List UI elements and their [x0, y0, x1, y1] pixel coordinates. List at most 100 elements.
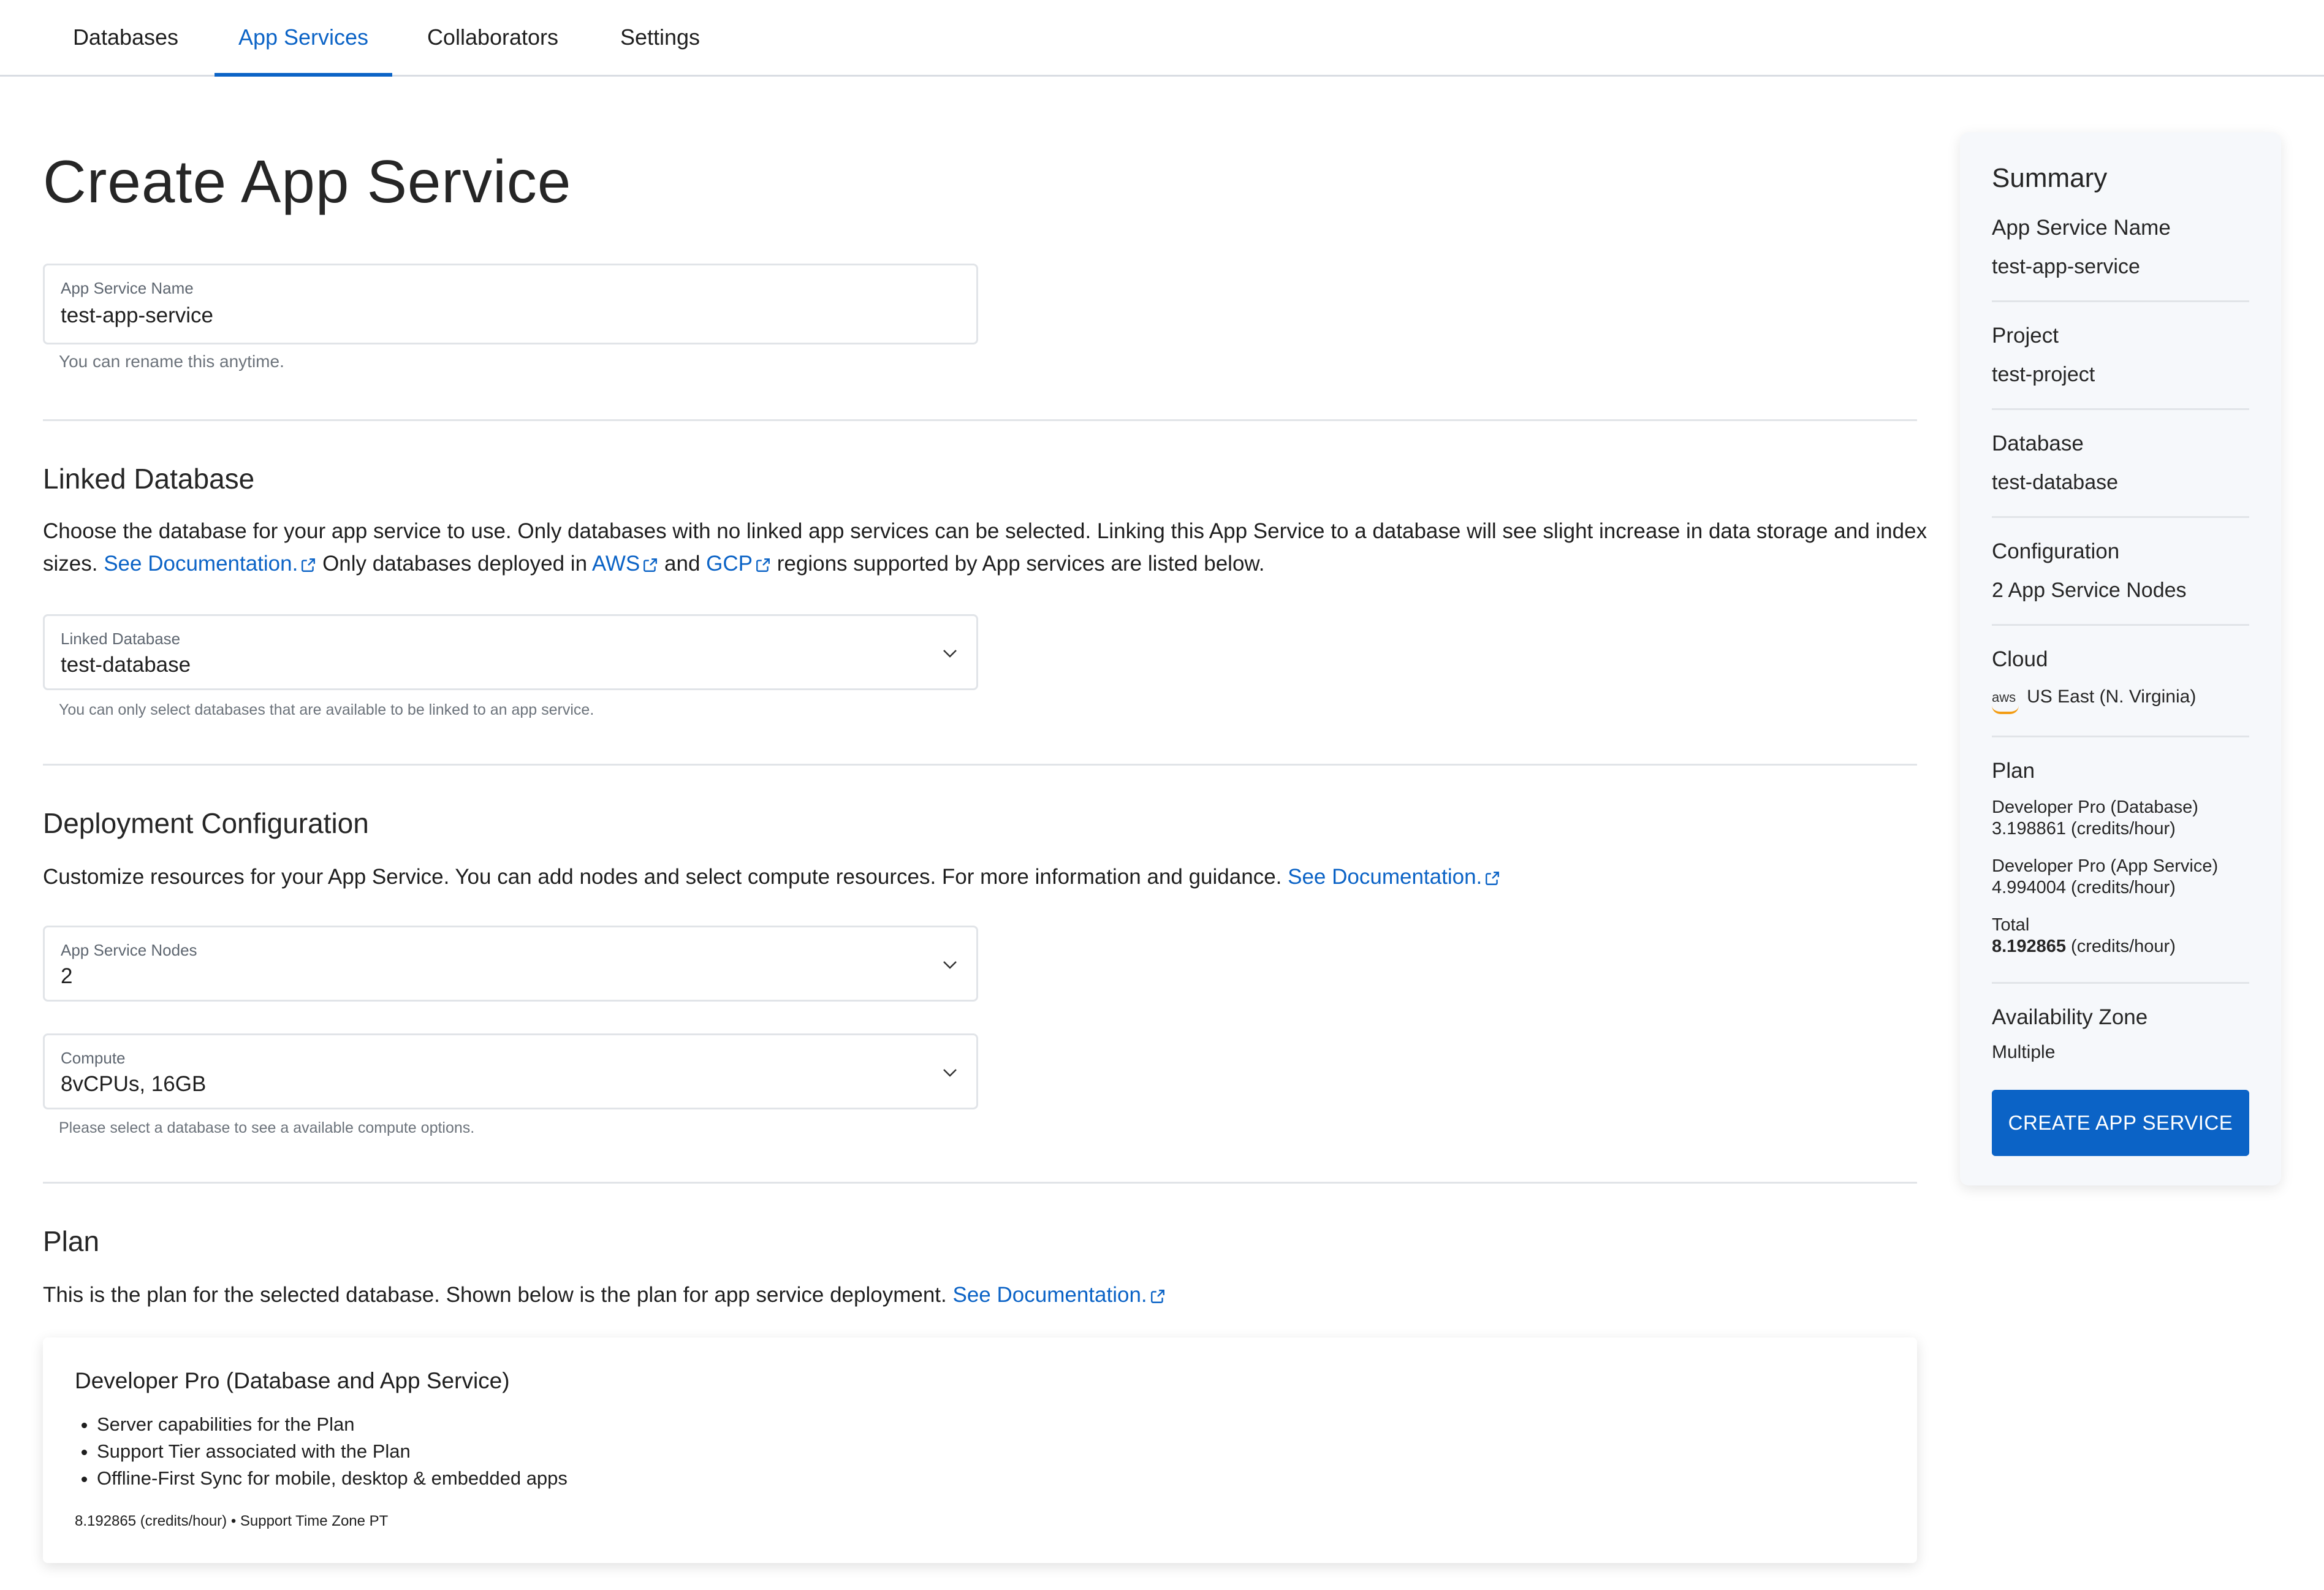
plan-heading: Plan — [43, 1225, 100, 1257]
plan-total-label: Total — [1992, 915, 2030, 935]
divider — [43, 419, 1917, 421]
aws-logo-icon: aws — [1992, 690, 2019, 715]
linked-db-desc-text-2: Only databases deployed in — [322, 552, 588, 576]
plan-card[interactable]: Developer Pro (Database and App Service)… — [43, 1337, 1917, 1563]
page-title: Create App Service — [43, 148, 572, 215]
summary-plan: Plan Developer Pro (Database) 3.198861 (… — [1992, 759, 2249, 957]
plan-doc-link[interactable]: See Documentation. — [953, 1283, 1166, 1307]
divider — [43, 764, 1917, 766]
plan-db-rate: 3.198861 (credits/hour) — [1992, 819, 2176, 839]
linked-db-desc-text-3: regions supported by App services are li… — [777, 552, 1265, 576]
plan-desc-text: This is the plan for the selected databa… — [43, 1283, 947, 1307]
plan-total-unit: (credits/hour) — [2071, 937, 2176, 956]
app-service-name-field[interactable]: App Service Name test-app-service — [43, 264, 978, 344]
divider — [1992, 736, 2249, 737]
summary-value: test-database — [1992, 471, 2119, 494]
divider — [1992, 516, 2249, 518]
external-link-icon — [1486, 871, 1500, 885]
top-nav: Databases App Services Collaborators Set… — [0, 0, 2324, 77]
external-link-icon — [756, 558, 770, 572]
divider — [1992, 982, 2249, 984]
list-item: Offline-First Sync for mobile, desktop &… — [97, 1465, 568, 1492]
aws-logo-text: aws — [1992, 690, 2016, 706]
divider — [1992, 624, 2249, 626]
app-frame: Databases App Services Collaborators Set… — [0, 0, 2324, 1590]
summary-availability-zone: Availability Zone Multiple — [1992, 1005, 2249, 1063]
summary-cloud: Cloud aws US East (N. Virginia) — [1992, 647, 2249, 715]
summary-label: Configuration — [1992, 539, 2120, 563]
summary-label: Cloud — [1992, 647, 2048, 671]
app-service-name-label: App Service Name — [61, 279, 194, 297]
gcp-link-text: GCP — [706, 552, 753, 576]
plan-description: This is the plan for the selected databa… — [43, 1279, 1955, 1311]
divider — [1992, 408, 2249, 410]
summary-value: 2 App Service Nodes — [1992, 579, 2187, 602]
plan-total: 8.192865 (credits/hour) — [1992, 936, 2249, 957]
tab-collaborators[interactable]: Collaborators — [417, 0, 569, 75]
tab-settings[interactable]: Settings — [608, 0, 712, 75]
summary-value: Multiple — [1992, 1042, 2056, 1062]
aws-smile — [1992, 706, 2019, 715]
summary-label: Availability Zone — [1992, 1005, 2148, 1029]
chevron-down-icon[interactable] — [941, 644, 959, 663]
deployment-doc-link[interactable]: See Documentation. — [1288, 865, 1500, 889]
linked-database-value: test-database — [61, 653, 191, 677]
summary-app-service-name: App Service Name test-app-service — [1992, 216, 2249, 279]
summary-database: Database test-database — [1992, 432, 2249, 495]
create-app-service-button[interactable]: CREATE APP SERVICE — [1992, 1090, 2249, 1156]
summary-panel: Summary App Service Name test-app-servic… — [1960, 132, 2281, 1185]
aws-link-text: AWS — [591, 552, 640, 576]
tab-databases[interactable]: Databases — [60, 0, 191, 75]
app-service-nodes-value: 2 — [61, 964, 73, 988]
doc-link-text: See Documentation. — [104, 552, 298, 576]
plan-features-list: Server capabilities for the Plan Support… — [75, 1411, 568, 1492]
list-item: Server capabilities for the Plan — [97, 1411, 568, 1438]
external-link-icon — [644, 558, 658, 572]
plan-card-title: Developer Pro (Database and App Service) — [75, 1368, 510, 1393]
linked-database-heading: Linked Database — [43, 463, 255, 495]
list-item: Support Tier associated with the Plan — [97, 1438, 568, 1465]
plan-app-rate: 4.994004 (credits/hour) — [1992, 878, 2176, 897]
tab-app-services[interactable]: App Services — [215, 0, 392, 77]
compute-value: 8vCPUs, 16GB — [61, 1072, 207, 1096]
compute-help: Please select a database to see a availa… — [59, 1119, 475, 1136]
divider — [43, 1182, 1917, 1184]
chevron-down-icon[interactable] — [941, 956, 959, 974]
summary-label: Plan — [1992, 759, 2035, 783]
linked-database-help: You can only select databases that are a… — [59, 701, 594, 718]
chevron-down-icon[interactable] — [941, 1063, 959, 1082]
summary-configuration: Configuration 2 App Service Nodes — [1992, 539, 2249, 603]
doc-link-text: See Documentation. — [952, 1283, 1147, 1307]
deployment-configuration-heading: Deployment Configuration — [43, 807, 369, 839]
summary-label: Project — [1992, 324, 2059, 348]
doc-link-text: See Documentation. — [1288, 865, 1483, 889]
linked-database-select[interactable]: Linked Database test-database — [43, 614, 978, 690]
app-service-nodes-label: App Service Nodes — [61, 941, 197, 959]
summary-value: aws US East (N. Virginia) — [1992, 687, 2249, 715]
and-text: and — [664, 552, 701, 576]
deployment-desc-text: Customize resources for your App Service… — [43, 865, 1282, 889]
plan-card-footer: 8.192865 (credits/hour) • Support Time Z… — [75, 1513, 389, 1529]
plan-db-name: Developer Pro (Database) — [1992, 797, 2198, 817]
divider — [1992, 300, 2249, 302]
summary-project: Project test-project — [1992, 324, 2249, 387]
plan-total-value: 8.192865 — [1992, 937, 2066, 956]
linked-db-doc-link[interactable]: See Documentation. — [104, 552, 316, 576]
summary-title: Summary — [1992, 163, 2108, 193]
app-service-name-value: test-app-service — [61, 303, 213, 327]
cloud-region: US East (N. Virginia) — [2027, 687, 2197, 707]
linked-database-label: Linked Database — [61, 630, 181, 648]
summary-value: test-project — [1992, 363, 2095, 386]
external-link-icon — [302, 558, 316, 572]
deployment-description: Customize resources for your App Service… — [43, 861, 1955, 893]
summary-label: Database — [1992, 432, 2084, 455]
external-link-icon — [1150, 1289, 1164, 1303]
summary-label: App Service Name — [1992, 216, 2171, 240]
aws-link[interactable]: AWS — [592, 552, 658, 576]
compute-select[interactable]: Compute 8vCPUs, 16GB — [43, 1033, 978, 1109]
app-service-nodes-select[interactable]: App Service Nodes 2 — [43, 926, 978, 1002]
gcp-link[interactable]: GCP — [706, 552, 771, 576]
compute-label: Compute — [61, 1049, 126, 1067]
app-service-name-help: You can rename this anytime. — [59, 352, 284, 371]
plan-app-name: Developer Pro (App Service) — [1992, 856, 2219, 876]
